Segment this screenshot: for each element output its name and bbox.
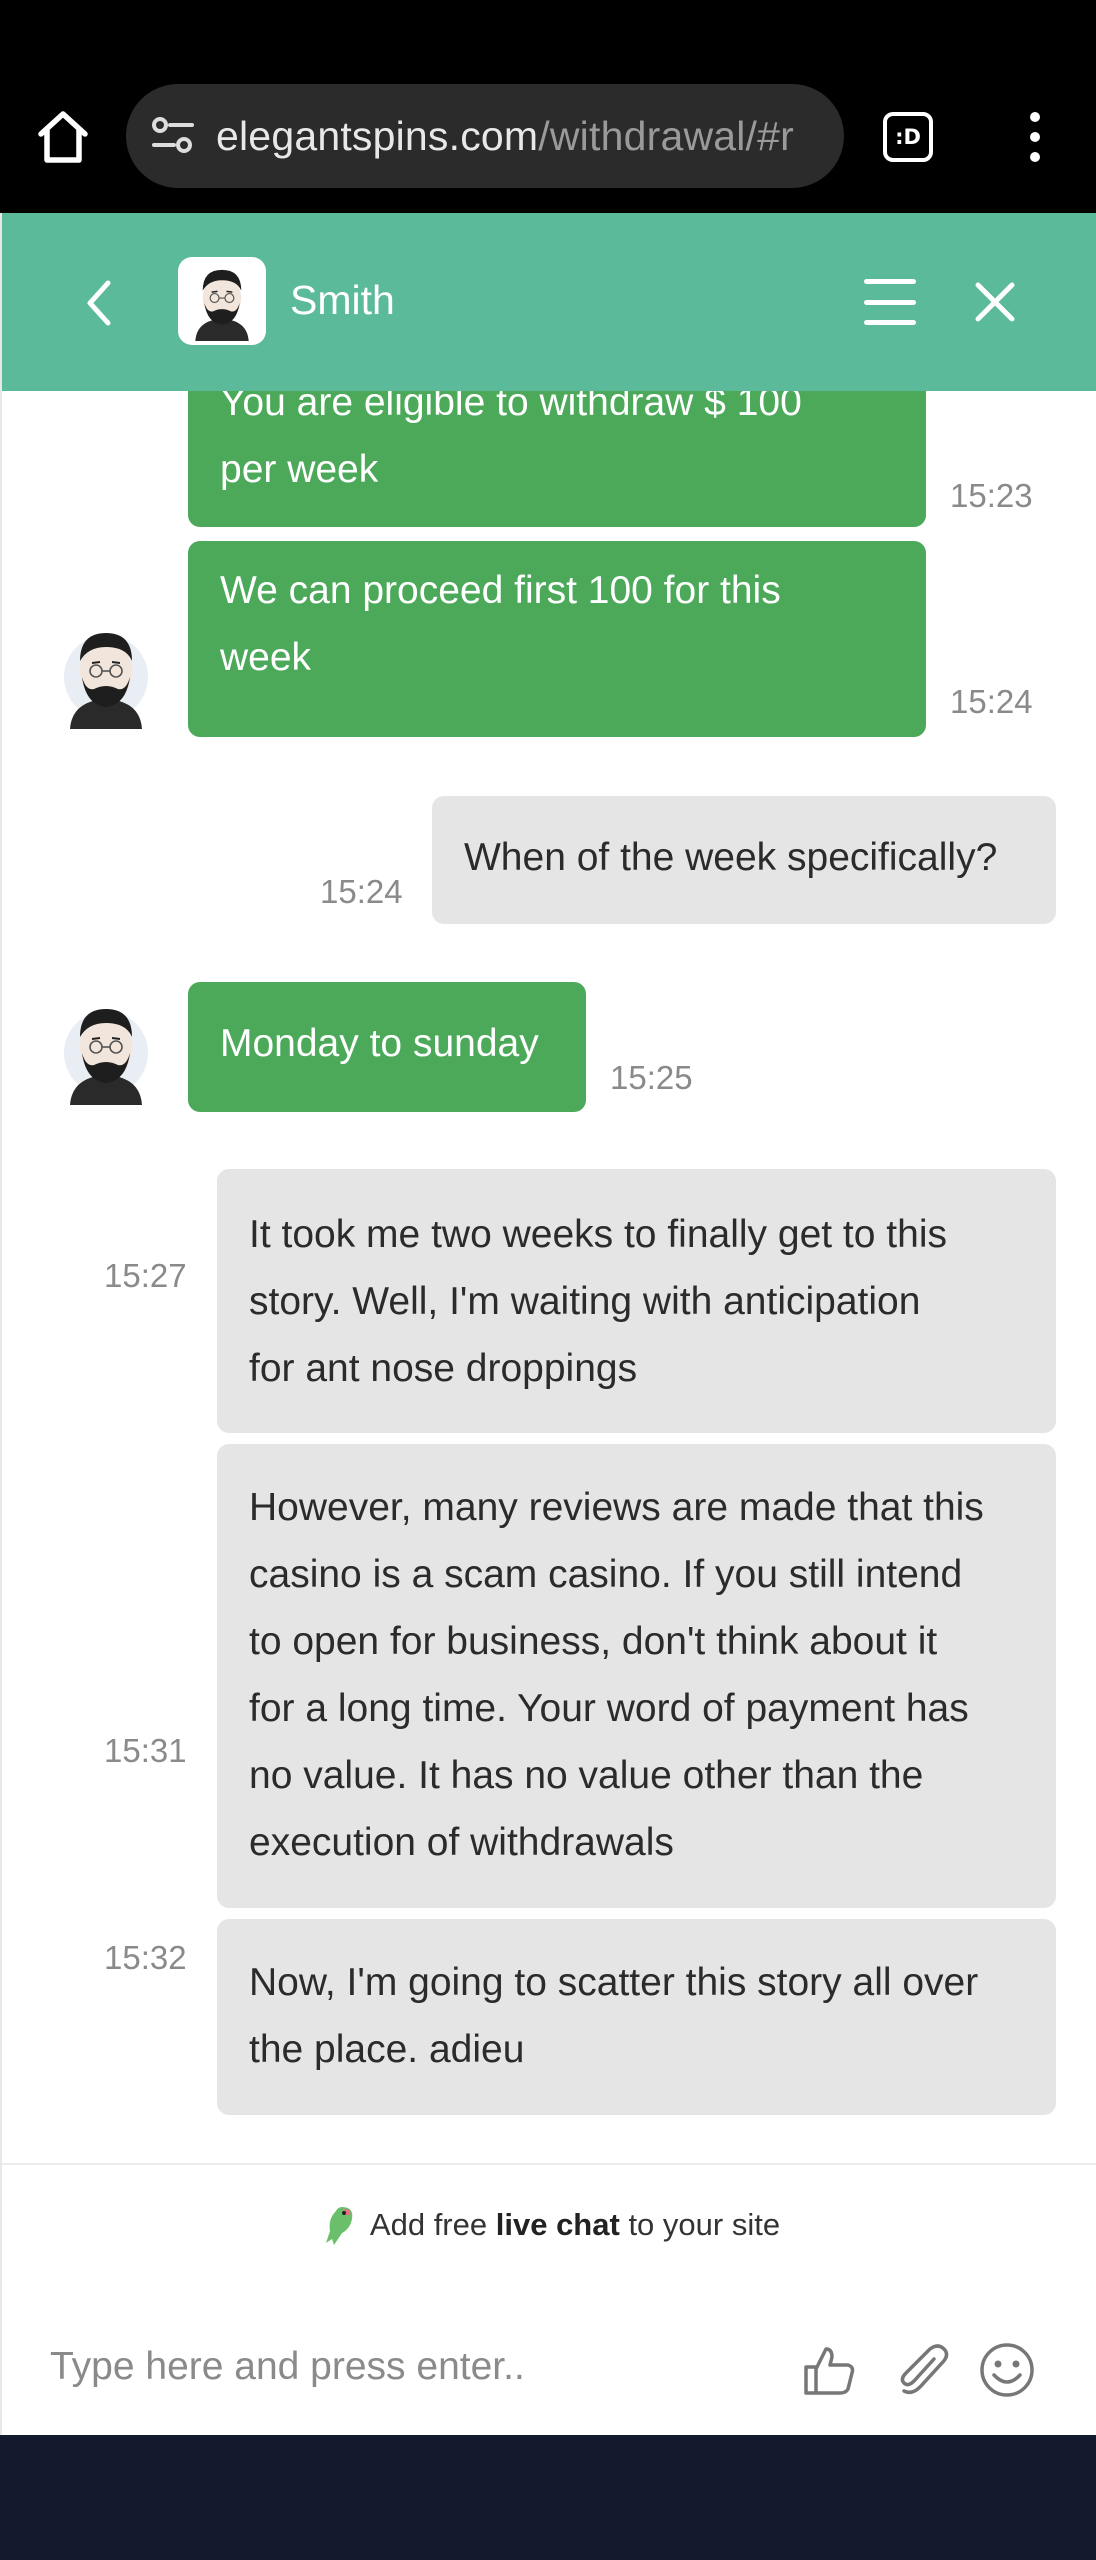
browser-toolbar: elegantspins.com/withdrawal/#r :D (0, 0, 1096, 213)
message-time: 15:32 (104, 1939, 187, 1976)
message-line: for a long time. Your word of payment ha… (249, 1687, 969, 1730)
message-line: It took me two weeks to finally get to t… (249, 1213, 947, 1256)
message-line: the place. adieu (249, 2028, 525, 2071)
home-icon (38, 111, 88, 163)
paperclip-icon[interactable] (894, 2341, 952, 2399)
agent-avatar (62, 997, 150, 1105)
chevron-left-icon[interactable] (74, 273, 124, 333)
smiley-icon[interactable] (978, 2341, 1036, 2399)
tabs-icon: :D (895, 125, 921, 149)
message-line: to open for business, don't think about … (249, 1620, 938, 1663)
agent-face-icon (64, 1009, 148, 1105)
message-line: Monday to sunday (220, 1022, 539, 1065)
message-line: You are eligible to withdraw $ 100 (220, 391, 802, 424)
message-time: 15:24 (950, 683, 1033, 720)
agent-message-bubble: We can proceed first 100 for this week (188, 541, 926, 737)
user-message-bubble: When of the week specifically? (432, 796, 1056, 924)
promo-suffix: to your site (628, 2207, 781, 2242)
promo-bold: live chat (495, 2207, 620, 2242)
address-bar[interactable]: elegantspins.com/withdrawal/#r (126, 84, 844, 188)
chat-header: Smith (2, 213, 1096, 391)
message-input[interactable] (50, 2327, 770, 2407)
message-line: We can proceed first 100 for this (220, 569, 781, 612)
agent-avatar (62, 621, 150, 729)
tabs-button[interactable]: :D (883, 112, 933, 162)
close-icon[interactable] (970, 277, 1020, 327)
message-line: no value. It has no value other than the (249, 1754, 924, 1797)
message-line: per week (220, 448, 379, 491)
url-text[interactable]: elegantspins.com/withdrawal/#r (216, 113, 826, 160)
message-composer (2, 2303, 1096, 2433)
message-time: 15:24 (320, 873, 403, 910)
hamburger-icon[interactable] (864, 279, 916, 325)
url-path: /withdrawal/#r (538, 112, 795, 159)
message-list[interactable]: You are eligible to withdraw $ 100 per w… (2, 391, 1096, 2163)
agent-face-icon (195, 269, 249, 341)
message-line: execution of withdrawals (249, 1821, 674, 1864)
user-message-bubble: It took me two weeks to finally get to t… (217, 1169, 1056, 1433)
more-vert-icon[interactable] (1020, 112, 1050, 162)
message-time: 15:31 (104, 1732, 187, 1769)
footer-divider (2, 2163, 1096, 2165)
agent-message-bubble: Monday to sunday (188, 982, 586, 1112)
message-line: week (220, 636, 312, 679)
chat-window: Smith You are eligible to withdraw $ 100… (0, 213, 1096, 2435)
promo-link[interactable]: Add free live chat to your site (2, 2203, 1096, 2247)
url-domain: elegantspins.com (216, 112, 539, 159)
message-line: Now, I'm going to scatter this story all… (249, 1961, 979, 2004)
message-line: When of the week specifically? (464, 836, 998, 879)
message-line: casino is a scam casino. If you still in… (249, 1553, 963, 1596)
user-message-bubble: However, many reviews are made that this… (217, 1444, 1056, 1908)
tune-icon[interactable] (150, 113, 196, 159)
message-time: 15:25 (610, 1059, 693, 1096)
agent-avatar (178, 257, 266, 345)
home-button[interactable] (30, 100, 96, 174)
message-time: 15:27 (104, 1257, 187, 1294)
thumbs-up-icon[interactable] (800, 2341, 858, 2399)
user-message-bubble: Now, I'm going to scatter this story all… (217, 1919, 1056, 2115)
message-line: However, many reviews are made that this (249, 1486, 984, 1529)
agent-name: Smith (290, 277, 395, 323)
agent-message-bubble: You are eligible to withdraw $ 100 per w… (188, 391, 926, 527)
message-time: 15:23 (950, 477, 1033, 514)
promo-prefix: Add free (369, 2207, 488, 2242)
message-line: for ant nose droppings (249, 1347, 638, 1390)
agent-face-icon (64, 633, 148, 729)
message-line: story. Well, I'm waiting with anticipati… (249, 1280, 921, 1323)
parrot-logo-icon (325, 2207, 353, 2245)
